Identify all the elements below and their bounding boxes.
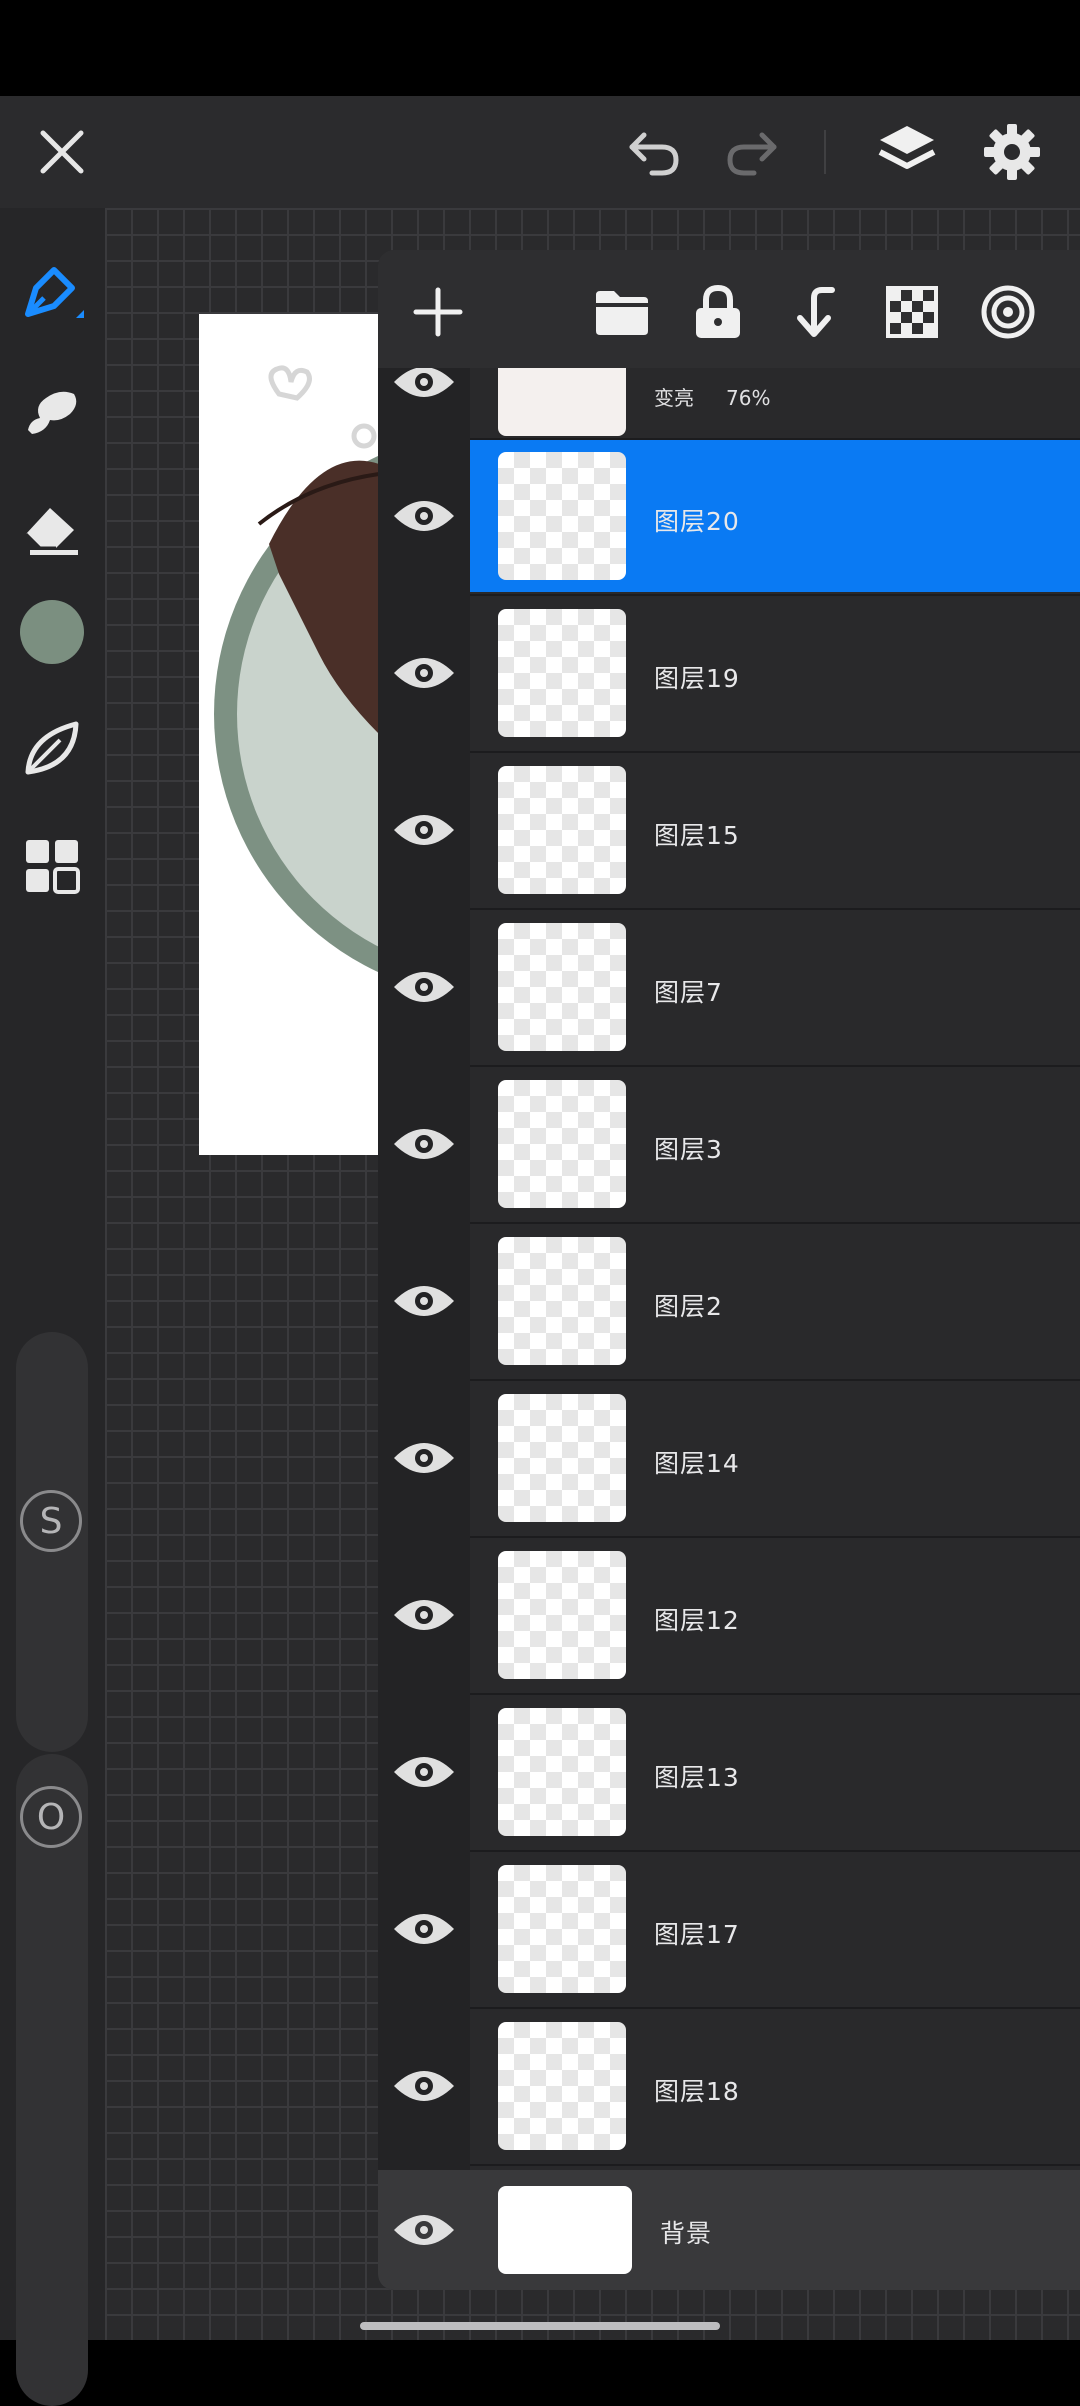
- layer-thumbnail: [498, 368, 626, 436]
- opacity-knob[interactable]: O: [20, 1786, 82, 1848]
- layer-name: 图层7: [654, 978, 723, 1007]
- gear-icon[interactable]: [978, 118, 1046, 186]
- drawing-canvas[interactable]: [199, 314, 379, 1155]
- layer-name: 图层19: [654, 664, 740, 693]
- layer-row[interactable]: 图层14: [378, 1382, 1080, 1538]
- layer-name: 图层3: [654, 1135, 723, 1164]
- layer-name: 图层15: [654, 821, 740, 850]
- opacity-slider[interactable]: [16, 1754, 88, 2406]
- eraser-icon[interactable]: [16, 490, 88, 562]
- tool-sidebar: S O: [0, 208, 105, 2406]
- lock-icon[interactable]: [686, 280, 750, 344]
- toolbar-divider: [824, 130, 826, 174]
- eye-icon[interactable]: [392, 1909, 456, 1949]
- layer-blend-info: 变亮 76%: [654, 382, 770, 411]
- eye-icon[interactable]: [392, 2210, 456, 2250]
- add-layer-icon[interactable]: [406, 280, 470, 344]
- reference-icon[interactable]: [976, 280, 1040, 344]
- top-toolbar: [0, 96, 1080, 208]
- layer-row[interactable]: 图层17: [378, 1853, 1080, 2009]
- blend-mode-label: 变亮: [654, 386, 694, 410]
- layer-thumbnail: [498, 1551, 626, 1679]
- layer-name: 图层14: [654, 1449, 740, 1478]
- background-layer-row[interactable]: 背景: [378, 2170, 1080, 2290]
- layer-row[interactable]: 图层20: [378, 440, 1080, 596]
- pen-tool-icon[interactable]: [16, 258, 88, 330]
- layer-row[interactable]: 图层3: [378, 1068, 1080, 1224]
- eye-icon[interactable]: [392, 967, 456, 1007]
- layer-thumbnail: [498, 1708, 626, 1836]
- layer-name: 图层13: [654, 1763, 740, 1792]
- layer-thumbnail: [498, 1865, 626, 1993]
- folder-icon[interactable]: [590, 280, 654, 344]
- eye-icon[interactable]: [392, 810, 456, 850]
- layer-row[interactable]: 图层13: [378, 1696, 1080, 1852]
- layer-name: 图层2: [654, 1292, 723, 1321]
- eye-icon[interactable]: [392, 1752, 456, 1792]
- undo-icon[interactable]: [622, 120, 686, 184]
- layer-row[interactable]: 图层19: [378, 597, 1080, 753]
- smudge-icon[interactable]: [16, 374, 88, 446]
- eye-icon[interactable]: [392, 1281, 456, 1321]
- layer-thumbnail: [498, 923, 626, 1051]
- eye-icon[interactable]: [392, 368, 456, 402]
- layer-row[interactable]: 图层12: [378, 1539, 1080, 1695]
- status-bar: [0, 0, 1080, 96]
- leaf-brush-icon[interactable]: [16, 712, 88, 784]
- layer-row[interactable]: 图层2: [378, 1225, 1080, 1381]
- eye-icon[interactable]: [392, 1124, 456, 1164]
- layer-thumbnail: [498, 766, 626, 894]
- eye-icon[interactable]: [392, 1595, 456, 1635]
- merge-down-icon[interactable]: [782, 280, 846, 344]
- layer-row-partial[interactable]: 变亮 76%: [378, 368, 1080, 440]
- layer-thumbnail: [498, 609, 626, 737]
- layer-row[interactable]: 图层7: [378, 911, 1080, 1067]
- layers-panel-header: [378, 250, 1080, 368]
- eye-icon[interactable]: [392, 1438, 456, 1478]
- home-indicator[interactable]: [360, 2322, 720, 2330]
- layers-icon[interactable]: [872, 118, 942, 186]
- layer-thumbnail: [498, 1237, 626, 1365]
- layer-name: 图层20: [654, 507, 740, 536]
- background-layer-label: 背景: [660, 2219, 713, 2248]
- eye-icon[interactable]: [392, 496, 456, 536]
- close-icon[interactable]: [30, 120, 94, 184]
- background-thumbnail: [498, 2186, 632, 2274]
- color-swatch[interactable]: [20, 600, 84, 664]
- brush-size-knob[interactable]: S: [20, 1490, 82, 1552]
- grid-menu-icon[interactable]: [16, 830, 88, 902]
- layers-panel: 变亮 76% 图层20 图层19 图层15 图层7 图层3 图层2 图层14 图层12 图层13 图…: [378, 250, 1080, 2290]
- layer-opacity-label: 76%: [726, 386, 771, 410]
- eye-icon[interactable]: [392, 2066, 456, 2106]
- layer-thumbnail: [498, 452, 626, 580]
- layer-row[interactable]: 图层15: [378, 754, 1080, 910]
- checker-icon[interactable]: [880, 280, 944, 344]
- layer-name: 图层17: [654, 1920, 740, 1949]
- layer-name: 图层12: [654, 1606, 740, 1635]
- layer-thumbnail: [498, 1394, 626, 1522]
- layer-name: 图层18: [654, 2077, 740, 2106]
- eye-icon[interactable]: [392, 653, 456, 693]
- redo-icon[interactable]: [720, 120, 784, 184]
- layer-thumbnail: [498, 1080, 626, 1208]
- layer-row[interactable]: 图层18: [378, 2010, 1080, 2166]
- layer-thumbnail: [498, 2022, 626, 2150]
